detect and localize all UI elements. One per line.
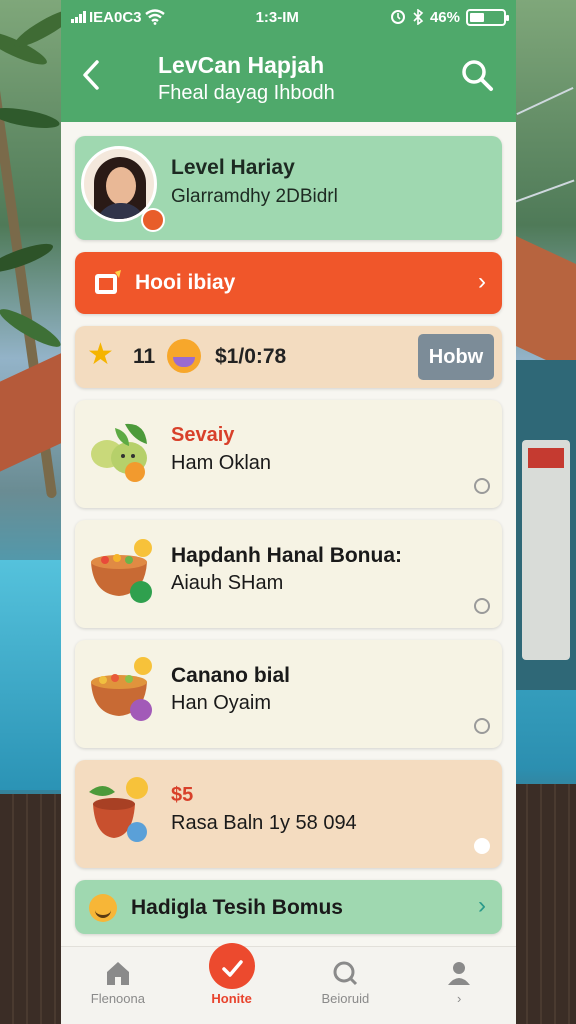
plant-pot-icon <box>89 777 148 842</box>
tab-profile[interactable]: › <box>402 947 516 1024</box>
search-icon <box>333 961 358 986</box>
battery-icon <box>466 8 509 26</box>
check-icon <box>208 943 255 989</box>
tab-active[interactable]: Honite <box>175 943 289 1024</box>
list-item[interactable]: Canano bial Han Oyaim <box>75 640 502 748</box>
snack-bowl-icon <box>91 657 152 721</box>
chevron-right-icon: › <box>478 892 486 919</box>
tab-label: Flenoona <box>90 991 145 1006</box>
item-status-icon <box>474 478 490 494</box>
chevron-left-icon <box>83 60 99 90</box>
item-status-icon <box>474 838 490 854</box>
back-button[interactable] <box>79 58 103 98</box>
bonus-banner[interactable]: Hadigla Tesih Bomus › <box>75 880 502 934</box>
app-header: IEA0C3 1:3-IM 46% LevCan Hapjah Fheal da… <box>61 0 516 122</box>
list-item[interactable]: Hapdanh Hanal Bonua: Aiauh SHam <box>75 520 502 628</box>
user-icon <box>448 962 471 985</box>
tab-search[interactable]: Beioruid <box>289 947 403 1024</box>
tab-label: Honite <box>211 991 252 1006</box>
star-count: 11 <box>133 345 156 368</box>
item-desc: Ham Oklan <box>171 452 272 474</box>
list-item[interactable]: Sevaiy Ham Oklan <box>75 400 502 508</box>
chevron-right-icon: › <box>478 268 486 295</box>
signal-icon <box>71 11 86 23</box>
promo-banner[interactable]: Hooi ibiay › <box>75 252 502 314</box>
tab-label: Beioruid <box>321 991 370 1006</box>
bottom-tab-bar: Flenoona Honite Beioruid › <box>61 943 516 1024</box>
food-bowl-icon <box>91 539 152 603</box>
balance-amount: $1/0:78 <box>215 345 287 368</box>
emoji-icon <box>167 339 201 373</box>
profile-name: Level Hariay <box>171 156 295 179</box>
item-title: Canano bial <box>171 664 291 687</box>
item-status-icon <box>474 598 490 614</box>
profile-meta: Glarramdhy 2DBidrl <box>171 186 338 207</box>
item-desc: Aiauh SHam <box>171 572 284 594</box>
stats-action-button[interactable]: Hobw <box>418 334 494 380</box>
item-title: $5 <box>171 784 194 806</box>
status-bar: IEA0C3 1:3-IM 46% <box>61 0 516 34</box>
item-title: Hapdanh Hanal Bonua: <box>171 544 403 567</box>
item-desc: Han Oyaim <box>171 692 272 714</box>
phone-screen: IEA0C3 1:3-IM 46% LevCan Hapjah Fheal da… <box>61 0 516 1024</box>
clock: 1:3-IM <box>255 8 299 26</box>
tab-home[interactable]: Flenoona <box>61 947 175 1024</box>
bonus-label: Hadigla Tesih Bomus <box>131 896 343 919</box>
home-icon <box>106 962 129 985</box>
carrier-label: IEA0C3 <box>89 8 142 26</box>
search-button[interactable] <box>460 58 494 92</box>
smiley-icon <box>89 894 117 922</box>
wifi-icon <box>144 9 165 25</box>
item-desc: Rasa Baln 1y 58 094 <box>171 812 357 834</box>
gift-icon <box>95 270 121 294</box>
alarm-icon <box>390 10 405 24</box>
vegetables-icon <box>91 423 147 482</box>
bluetooth-icon <box>413 9 424 25</box>
item-status-icon <box>474 718 490 734</box>
level-badge-icon <box>141 208 165 232</box>
background-right-scenery <box>514 0 576 1024</box>
page-title: LevCan Hapjah <box>158 52 325 78</box>
promo-label: Hooi ibiay <box>135 271 236 294</box>
tab-label: › <box>456 991 462 1006</box>
item-title: Sevaiy <box>171 424 235 446</box>
background-left-scenery <box>0 0 62 1024</box>
battery-percent: 46% <box>429 8 460 26</box>
star-icon: ★ <box>87 338 114 371</box>
list-item[interactable]: $5 Rasa Baln 1y 58 094 <box>75 760 502 868</box>
profile-card[interactable]: Level Hariay Glarramdhy 2DBidrl <box>75 136 502 240</box>
page-subtitle: Fheal dayag Ihbodh <box>158 82 335 104</box>
stats-bar: ★ 11 $1/0:78 Hobw <box>75 326 502 388</box>
